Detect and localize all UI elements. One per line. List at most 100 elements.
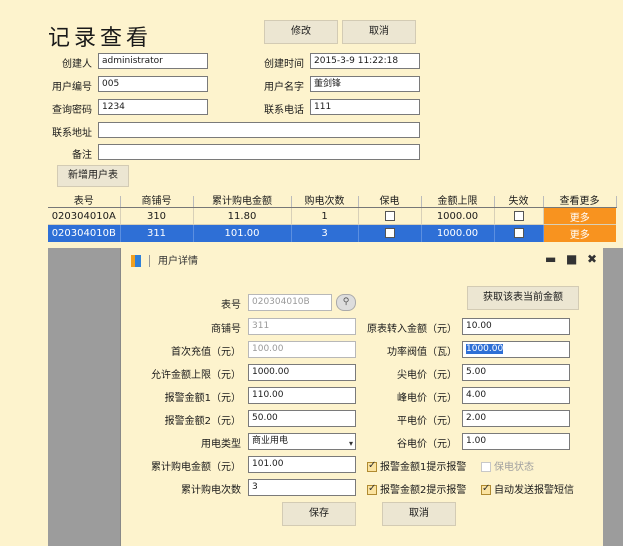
elec-type-label: 用电类型 — [201, 439, 241, 450]
record-view-window: 记录查看 修改 取消 创建人 administrator 创建时间 2015-3… — [0, 0, 623, 546]
protect-checkbox[interactable] — [384, 227, 395, 238]
alarm1-label: 报警金额1（元） — [164, 393, 241, 404]
checkbox-label: 报警金额2提示报警 — [380, 485, 467, 496]
user-detail-dialog: 用户详情 ▬ ■ ✖ 获取该表当前金额 表号 020304010B ⚲ 商铺号 … — [120, 248, 603, 546]
meter-no-label: 表号 — [221, 300, 241, 311]
user-name-field[interactable]: 董剑锋 — [310, 76, 420, 92]
invalid-cell — [494, 207, 544, 225]
total-count-label: 累计购电次数 — [181, 485, 241, 496]
limit-cell: 1000.00 — [421, 224, 495, 242]
flat-price-label: 平电价（元） — [397, 416, 457, 427]
shop-no-field[interactable]: 311 — [248, 318, 356, 335]
search-icon[interactable]: ⚲ — [336, 294, 356, 311]
checkbox-label: 自动发送报警短信 — [494, 485, 574, 496]
title-separator — [149, 255, 150, 267]
valley-price-label: 谷电价（元） — [397, 439, 457, 450]
checkbox-label: 保电状态 — [494, 462, 534, 473]
column-header: 表号 — [48, 196, 121, 208]
created-time-label: 创建时间 — [264, 59, 304, 70]
more-button[interactable]: 更多 — [543, 207, 616, 225]
remark-label: 备注 — [72, 150, 92, 161]
first-charge-field[interactable]: 100.00 — [248, 341, 356, 358]
shop-no-label: 商铺号 — [211, 324, 241, 335]
add-meter-button[interactable]: 新增用户表 — [57, 165, 129, 187]
checkbox-checked-icon — [367, 460, 377, 472]
peak-price-label: 峰电价（元） — [397, 393, 457, 404]
checkbox-checked-icon — [481, 483, 491, 495]
alarm1-notice-checkbox[interactable]: 报警金额1提示报警 — [367, 458, 466, 473]
limit-cell: 1000.00 — [421, 207, 495, 225]
column-header: 金额上限 — [421, 196, 495, 208]
amount-cell: 101.00 — [193, 224, 292, 242]
protect-cell — [358, 207, 422, 225]
flat-price-field[interactable]: 2.00 — [462, 410, 570, 427]
valley-price-field[interactable]: 1.00 — [462, 433, 570, 450]
meter-no-field[interactable]: 020304010B — [248, 294, 332, 311]
column-header: 保电 — [358, 196, 422, 208]
sharp-price-label: 尖电价（元） — [397, 370, 457, 381]
column-header: 购电次数 — [291, 196, 359, 208]
amount-cell: 11.80 — [193, 207, 292, 225]
address-field[interactable] — [98, 122, 420, 138]
phone-label: 联系电话 — [264, 105, 304, 116]
alarm1-field[interactable]: 110.00 — [248, 387, 356, 404]
first-charge-label: 首次充值（元） — [171, 347, 241, 358]
remark-field[interactable] — [98, 144, 420, 160]
protect-checkbox[interactable] — [384, 210, 395, 221]
protect-cell — [358, 224, 422, 242]
minimize-icon[interactable]: ▬ — [545, 252, 556, 266]
edit-button[interactable]: 修改 — [264, 20, 338, 44]
created-time-field[interactable]: 2015-3-9 11:22:18 — [310, 53, 420, 69]
fetch-current-amount-button[interactable]: 获取该表当前金额 — [467, 286, 579, 310]
invalid-cell — [494, 224, 544, 242]
user-no-field[interactable]: 005 — [98, 76, 208, 92]
max-allowed-label: 允许金额上限（元） — [151, 370, 241, 381]
meter-cell: 020304010B — [48, 224, 121, 242]
meter-table: 表号 商铺号 累计购电金额 购电次数 保电 金额上限 失效 查看更多 02030… — [48, 196, 617, 242]
table-row[interactable]: 020304010A 310 11.80 1 1000.00 更多 — [48, 207, 616, 225]
shop-cell: 310 — [120, 207, 194, 225]
checkbox-label: 报警金额1提示报警 — [380, 462, 467, 473]
more-button[interactable]: 更多 — [543, 224, 616, 242]
elec-type-select[interactable]: 商业用电 ▾ — [248, 433, 356, 450]
dialog-cancel-button[interactable]: 取消 — [382, 502, 456, 526]
query-pwd-field[interactable]: 1234 — [98, 99, 208, 115]
column-header: 查看更多 — [543, 196, 617, 208]
alarm2-field[interactable]: 50.00 — [248, 410, 356, 427]
alarm2-notice-checkbox[interactable]: 报警金额2提示报警 — [367, 481, 466, 496]
total-amount-label: 累计购电金额（元） — [151, 462, 241, 473]
meter-cell: 020304010A — [48, 207, 121, 225]
address-label: 联系地址 — [52, 128, 92, 139]
count-cell: 3 — [291, 224, 359, 242]
sharp-price-field[interactable]: 5.00 — [462, 364, 570, 381]
invalid-checkbox[interactable] — [513, 227, 524, 238]
grid-empty-area — [603, 248, 623, 546]
user-no-label: 用户编号 — [52, 82, 92, 93]
power-threshold-label: 功率阀值（瓦） — [387, 347, 457, 358]
save-button[interactable]: 保存 — [282, 502, 356, 526]
alarm2-label: 报警金额2（元） — [164, 416, 241, 427]
protect-status-checkbox[interactable]: 保电状态 — [481, 458, 534, 473]
invalid-checkbox[interactable] — [513, 210, 524, 221]
table-row[interactable]: 020304010B 311 101.00 3 1000.00 更多 — [48, 224, 616, 242]
power-threshold-field[interactable]: 1000.00 — [462, 341, 570, 358]
orig-transfer-label: 原表转入金额（元） — [367, 324, 457, 335]
phone-field[interactable]: 111 — [310, 99, 420, 115]
page-title: 记录查看 — [48, 26, 153, 51]
creator-field[interactable]: administrator — [98, 53, 208, 69]
count-cell: 1 — [291, 207, 359, 225]
auto-sms-checkbox[interactable]: 自动发送报警短信 — [481, 481, 574, 496]
total-count-field[interactable]: 3 — [248, 479, 356, 496]
dialog-title: 用户详情 — [158, 256, 198, 267]
checkbox-checked-icon — [367, 483, 377, 495]
close-icon[interactable]: ✖ — [587, 252, 597, 266]
cancel-button[interactable]: 取消 — [342, 20, 416, 44]
table-header: 表号 商铺号 累计购电金额 购电次数 保电 金额上限 失效 查看更多 — [48, 196, 617, 208]
peak-price-field[interactable]: 4.00 — [462, 387, 570, 404]
max-allowed-field[interactable]: 1000.00 — [248, 364, 356, 381]
grid-empty-area — [48, 248, 120, 546]
total-amount-field[interactable]: 101.00 — [248, 456, 356, 473]
maximize-icon[interactable]: ■ — [566, 252, 577, 266]
column-header: 累计购电金额 — [193, 196, 292, 208]
orig-transfer-field[interactable]: 10.00 — [462, 318, 570, 335]
